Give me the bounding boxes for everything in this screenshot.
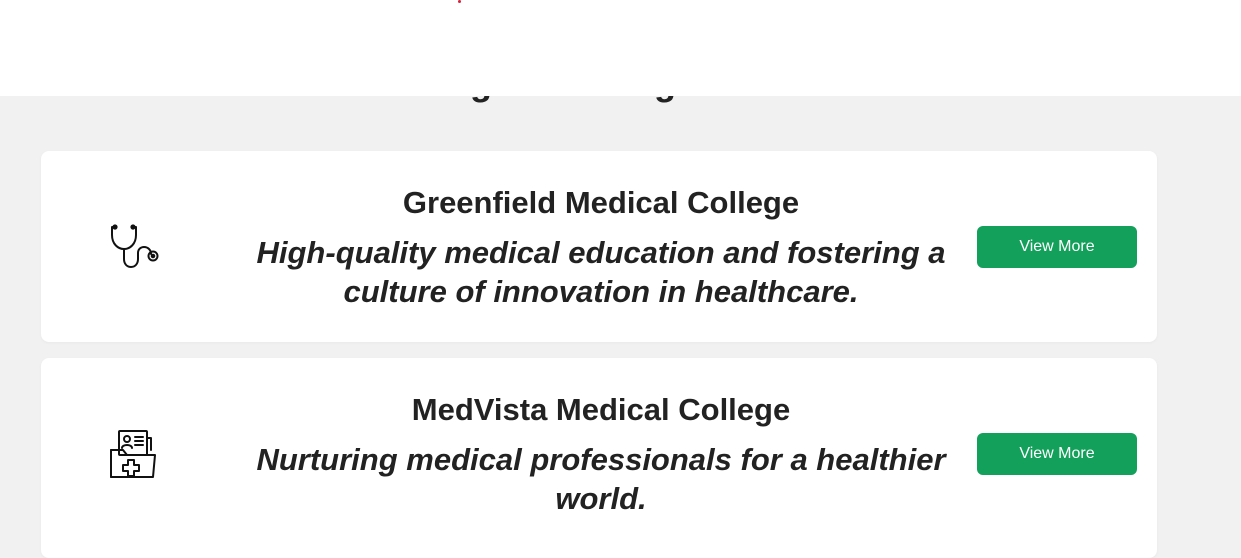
college-card: MedVista Medical College Nurturing medic… xyxy=(41,358,1157,558)
medical-folder-icon xyxy=(107,428,163,484)
college-name: MedVista Medical College xyxy=(411,392,791,427)
college-name: Greenfield Medical College xyxy=(402,185,800,220)
college-description: Nurturing medical professionals for a he… xyxy=(256,442,946,516)
view-more-button[interactable]: View More xyxy=(977,433,1137,475)
view-more-button[interactable]: View More xyxy=(977,226,1137,268)
nav-indicator-dot xyxy=(458,0,461,3)
college-card: Greenfield Medical College High-quality … xyxy=(41,151,1157,342)
top-navbar xyxy=(0,0,1241,96)
stethoscope-icon xyxy=(107,219,163,275)
college-description: High-quality medical education and foste… xyxy=(256,235,946,309)
